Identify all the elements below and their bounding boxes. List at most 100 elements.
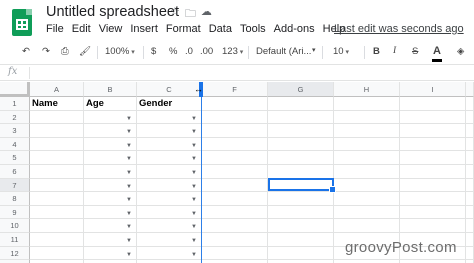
cell-c2[interactable]: ▼ [137, 110, 202, 125]
cell-g5[interactable] [268, 151, 334, 165]
cell-f6[interactable] [202, 165, 268, 179]
cell-b8[interactable]: ▼ [84, 192, 137, 206]
cell-i6[interactable] [400, 165, 466, 179]
cell-g8[interactable] [268, 192, 334, 206]
undo-icon[interactable]: ↶ [22, 46, 30, 57]
cell-b3[interactable]: ▼ [84, 124, 137, 138]
currency-format-button[interactable]: $ [151, 46, 156, 57]
cell-h6[interactable] [334, 165, 400, 179]
cell-b4[interactable]: ▼ [84, 137, 137, 152]
cell-a10[interactable] [30, 219, 84, 233]
cell-dropdown-arrow-icon[interactable]: ▼ [126, 194, 132, 205]
cell-dropdown-arrow-icon[interactable]: ▼ [191, 194, 197, 205]
row-header-9[interactable]: 9 [0, 205, 30, 220]
cell-i8[interactable] [400, 192, 466, 206]
fill-color-icon[interactable]: ◈ [457, 46, 464, 57]
cell-dropdown-arrow-icon[interactable]: ▼ [191, 167, 197, 178]
row-header-5[interactable]: 5 [0, 151, 30, 165]
column-header-a[interactable]: A [30, 82, 84, 97]
cell-b9[interactable]: ▼ [84, 205, 137, 220]
row-header-2[interactable]: 2 [0, 110, 30, 125]
cell-c7[interactable]: ▼ [137, 178, 202, 193]
menu-addons[interactable]: Add-ons [274, 23, 315, 35]
cell-dropdown-arrow-icon[interactable]: ▼ [126, 208, 132, 219]
cell-g11[interactable] [268, 233, 334, 247]
cell-overflow[interactable] [466, 151, 474, 165]
cell-a11[interactable] [30, 233, 84, 247]
bold-button[interactable]: B [373, 46, 380, 57]
row-header-12[interactable]: 12 [0, 246, 30, 261]
font-family-dropdown-icon[interactable]: ▾ [312, 46, 316, 54]
cell-h2[interactable] [334, 110, 400, 125]
cell-dropdown-arrow-icon[interactable]: ▼ [191, 249, 197, 260]
cell-a8[interactable] [30, 192, 84, 206]
last-edit-link[interactable]: Last edit was seconds ago [334, 23, 464, 35]
cell-overflow[interactable] [466, 178, 474, 193]
cell-dropdown-arrow-icon[interactable]: ▼ [191, 113, 197, 124]
font-family-select[interactable]: Default (Ari... [256, 46, 318, 57]
cell-overflow[interactable] [466, 124, 474, 138]
cell-g2[interactable] [268, 110, 334, 125]
cell-dropdown-arrow-icon[interactable]: ▼ [126, 113, 132, 124]
column-header-g[interactable]: G [268, 82, 334, 97]
cell-b7[interactable]: ▼ [84, 178, 137, 193]
cell-dropdown-arrow-icon[interactable]: ▼ [126, 181, 132, 192]
row-header-3[interactable]: 3 [0, 124, 30, 138]
cell-dropdown-arrow-icon[interactable]: ▼ [191, 221, 197, 232]
cell-a4[interactable] [30, 137, 84, 152]
cell-c3[interactable]: ▼ [137, 124, 202, 138]
cell-g6[interactable] [268, 165, 334, 179]
cell-f10[interactable] [202, 219, 268, 233]
cell-f3[interactable] [202, 124, 268, 138]
document-title[interactable]: Untitled spreadsheet [46, 4, 179, 20]
sheets-logo-icon[interactable] [12, 9, 32, 36]
cell-dropdown-arrow-icon[interactable]: ▼ [191, 181, 197, 192]
cell-f5[interactable] [202, 151, 268, 165]
cell-i5[interactable] [400, 151, 466, 165]
cell-overflow[interactable] [466, 233, 474, 247]
cell-b10[interactable]: ▼ [84, 219, 137, 233]
cell-b5[interactable]: ▼ [84, 151, 137, 165]
cell-c1[interactable]: Gender [137, 97, 202, 111]
cell-c6[interactable]: ▼ [137, 165, 202, 179]
column-header-c[interactable]: C [137, 82, 202, 97]
cell-a6[interactable] [30, 165, 84, 179]
font-size-select[interactable]: 10 [333, 46, 349, 57]
cell-overflow[interactable] [466, 246, 474, 261]
cell-overflow[interactable] [466, 137, 474, 152]
cell-overflow[interactable] [466, 110, 474, 125]
cell-b2[interactable]: ▼ [84, 110, 137, 125]
cell-h5[interactable] [334, 151, 400, 165]
row-header-4[interactable]: 4 [0, 137, 30, 152]
cell-dropdown-arrow-icon[interactable]: ▼ [126, 126, 132, 137]
percent-format-button[interactable]: % [169, 46, 177, 57]
cell-i3[interactable] [400, 124, 466, 138]
cell-f4[interactable] [202, 137, 268, 152]
row-header-1[interactable]: 1 [0, 97, 30, 111]
cell-f9[interactable] [202, 205, 268, 220]
cell-dropdown-arrow-icon[interactable]: ▼ [126, 249, 132, 260]
menu-tools[interactable]: Tools [240, 23, 266, 35]
formula-input[interactable] [32, 66, 472, 80]
cell-b12[interactable]: ▼ [84, 246, 137, 261]
cell-g1[interactable] [268, 97, 334, 111]
cell-f12[interactable] [202, 246, 268, 261]
cell-i10[interactable] [400, 219, 466, 233]
cell-g4[interactable] [268, 137, 334, 152]
cell-g9[interactable] [268, 205, 334, 220]
cell-a12[interactable] [30, 246, 84, 261]
cell-h4[interactable] [334, 137, 400, 152]
decrease-decimals-button[interactable]: .0 [185, 46, 193, 57]
cell-i1[interactable] [400, 97, 466, 111]
cell-i4[interactable] [400, 137, 466, 152]
column-header-f[interactable]: F [202, 82, 268, 97]
cell-f11[interactable] [202, 233, 268, 247]
cell-dropdown-arrow-icon[interactable]: ▼ [126, 221, 132, 232]
folder-move-icon[interactable]: 🗀 [185, 5, 196, 24]
cell-h7[interactable] [334, 178, 400, 193]
row-header-10[interactable]: 10 [0, 219, 30, 233]
menu-file[interactable]: File [46, 23, 64, 35]
text-color-button[interactable]: A [432, 45, 442, 62]
cell-dropdown-arrow-icon[interactable]: ▼ [126, 153, 132, 164]
cell-a2[interactable] [30, 110, 84, 125]
